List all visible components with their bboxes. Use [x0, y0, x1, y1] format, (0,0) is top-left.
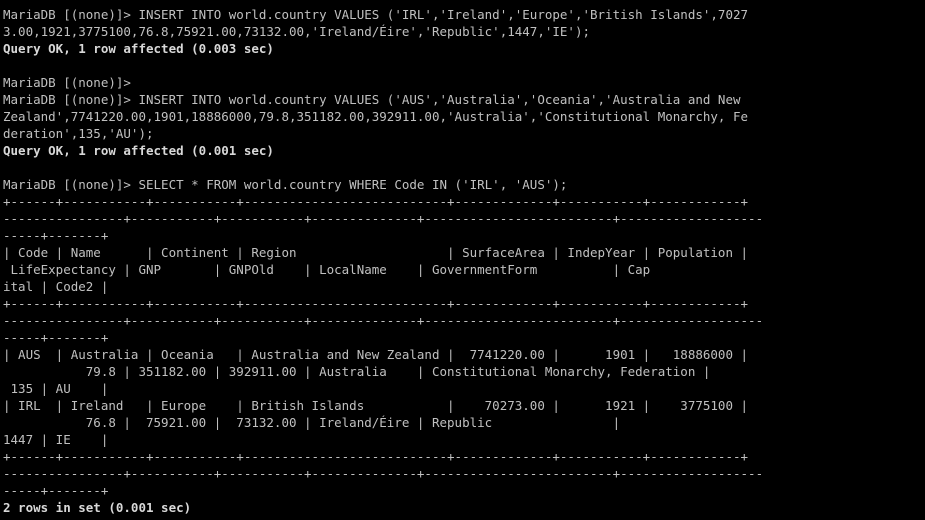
terminal-line: +------+-----------+-----------+--------… — [3, 449, 749, 464]
terminal-status-line: Query OK, 1 row affected (0.003 sec) — [3, 41, 274, 56]
terminal-status-line: 2 rows in set (0.001 sec) — [3, 500, 192, 515]
terminal-line: LifeExpectancy | GNP | GNPOld | LocalNam… — [3, 262, 651, 277]
terminal-window[interactable]: MariaDB [(none)]> INSERT INTO world.coun… — [0, 0, 925, 520]
terminal-line: | AUS | Australia | Oceania | Australia … — [3, 347, 749, 362]
terminal-line: ----------------+-----------+-----------… — [3, 313, 764, 328]
terminal-line: MariaDB [(none)]> INSERT INTO world.coun… — [3, 92, 741, 107]
terminal-line: ital | Code2 | — [3, 279, 109, 294]
terminal-line: 1447 | IE | — [3, 432, 109, 447]
terminal-line: +------+-----------+-----------+--------… — [3, 194, 749, 209]
terminal-line: -----+-------+ — [3, 228, 109, 243]
terminal-line: -----+-------+ — [3, 330, 109, 345]
terminal-line: 135 | AU | — [3, 381, 109, 396]
terminal-line: ----------------+-----------+-----------… — [3, 211, 764, 226]
terminal-line: 76.8 | 75921.00 | 73132.00 | Ireland/Éir… — [3, 415, 621, 430]
terminal-line: Zealand',7741220.00,1901,18886000,79.8,3… — [3, 109, 749, 124]
terminal-line: | IRL | Ireland | Europe | British Islan… — [3, 398, 749, 413]
terminal-line: MariaDB [(none)]> INSERT INTO world.coun… — [3, 7, 749, 22]
terminal-line: | Code | Name | Continent | Region | Sur… — [3, 245, 749, 260]
terminal-line: MariaDB [(none)]> SELECT * FROM world.co… — [3, 177, 568, 192]
terminal-line: -----+-------+ — [3, 483, 109, 498]
terminal-line: 79.8 | 351182.00 | 392911.00 | Australia… — [3, 364, 711, 379]
terminal-line: ----------------+-----------+-----------… — [3, 466, 764, 481]
terminal-status-line: Query OK, 1 row affected (0.001 sec) — [3, 143, 274, 158]
terminal-line: deration',135,'AU'); — [3, 126, 154, 141]
terminal-line: +------+-----------+-----------+--------… — [3, 296, 749, 311]
terminal-line: MariaDB [(none)]> — [3, 75, 131, 90]
terminal-line: 3.00,1921,3775100,76.8,75921.00,73132.00… — [3, 24, 590, 39]
